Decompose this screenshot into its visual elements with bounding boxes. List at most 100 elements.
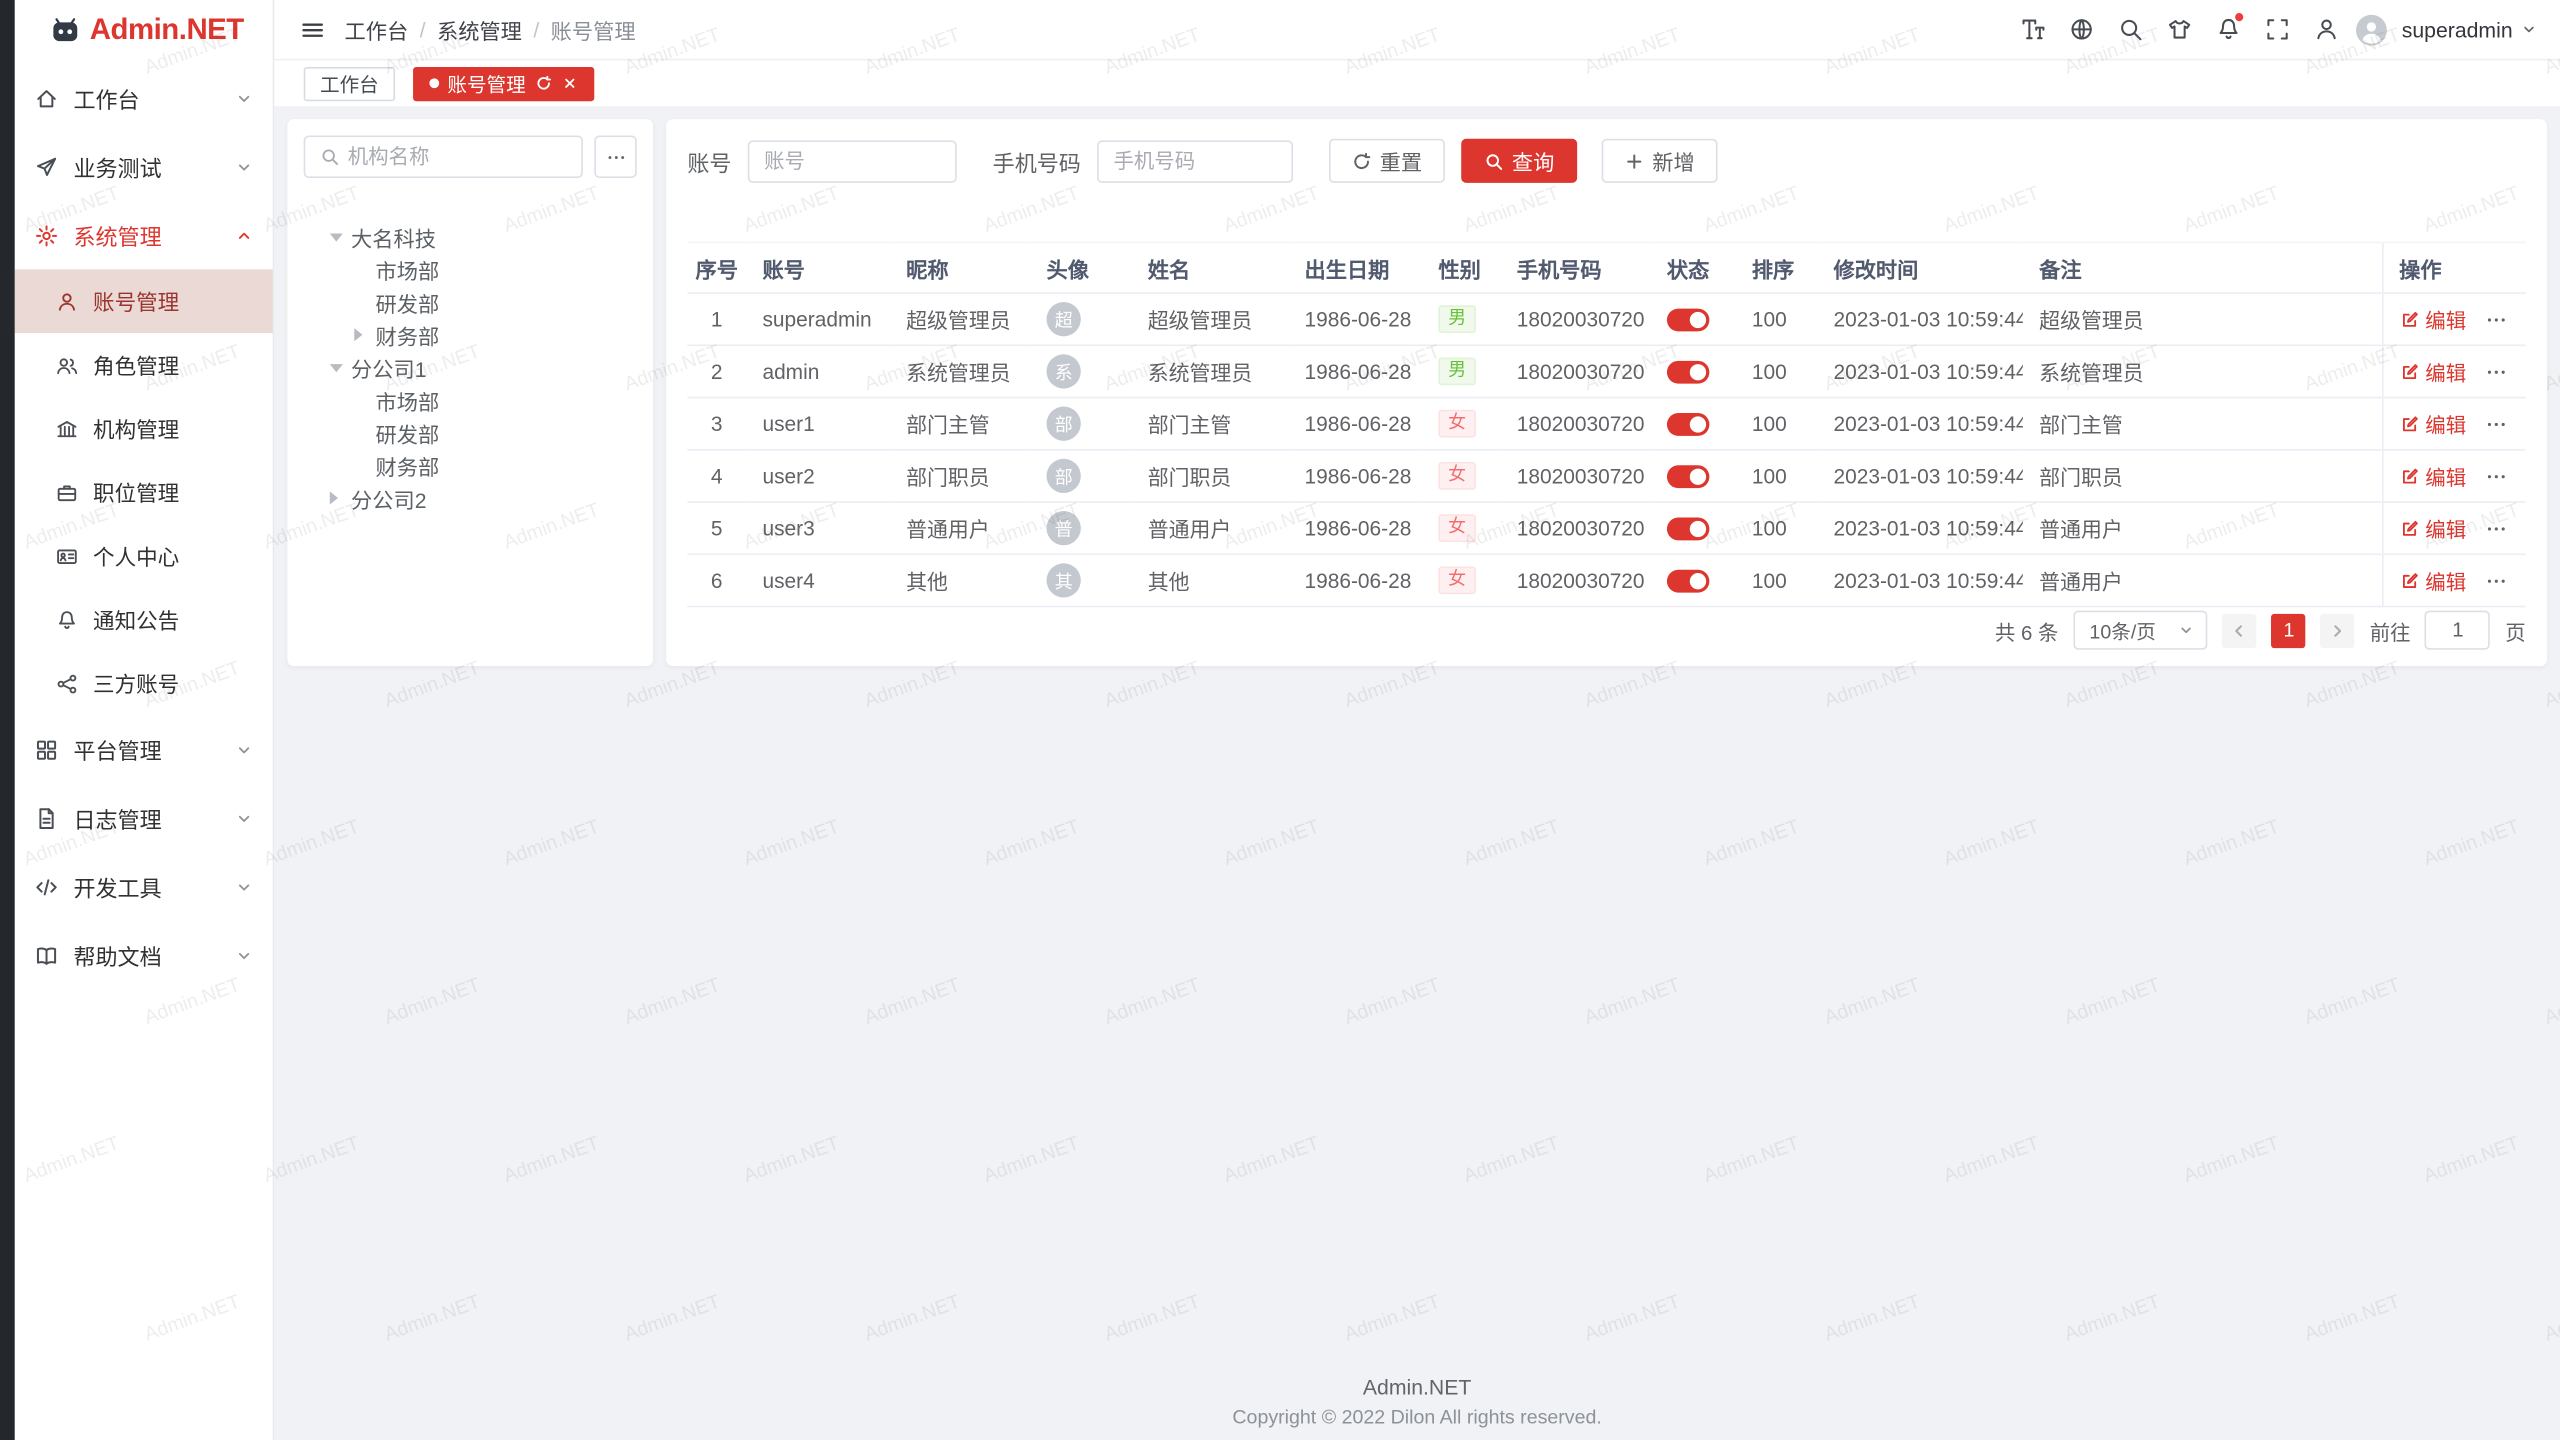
tab-close-button[interactable]: [562, 75, 578, 91]
tree-node[interactable]: 市场部: [304, 384, 637, 417]
tree-node[interactable]: 分公司1: [304, 351, 637, 384]
breadcrumb-item[interactable]: 工作台: [344, 14, 408, 45]
sidebar: Admin.NET 工作台业务测试系统管理账号管理角色管理机构管理职位管理个人中…: [15, 0, 275, 1440]
status-toggle[interactable]: [1667, 466, 1709, 489]
more-icon: [2484, 464, 2507, 487]
table-body: 1superadmin超级管理员超超级管理员1986-06-28男1802003…: [687, 293, 2525, 606]
edit-icon: [2399, 466, 2419, 486]
row-more-button[interactable]: [2484, 308, 2507, 331]
reset-button[interactable]: 重置: [1329, 139, 1445, 183]
sidebar-item-role-manage[interactable]: 角色管理: [15, 333, 273, 397]
cell-birth-date: 1986-06-28: [1288, 554, 1422, 606]
fullscreen-button[interactable]: [2258, 10, 2297, 49]
tree-node[interactable]: 研发部: [304, 286, 637, 319]
user-menu[interactable]: superadmin: [2402, 17, 2537, 41]
cell-index: 3: [687, 398, 746, 450]
next-page-button[interactable]: [2321, 613, 2355, 647]
prev-page-button[interactable]: [2223, 613, 2257, 647]
tab-account-manage[interactable]: 账号管理: [413, 66, 594, 100]
tree-node[interactable]: 财务部: [304, 318, 637, 351]
edit-button[interactable]: 编辑: [2399, 356, 2466, 387]
status-toggle[interactable]: [1667, 361, 1709, 384]
theme-button[interactable]: [2160, 10, 2199, 49]
cell-nickname: 普通用户: [890, 502, 1030, 554]
language-button[interactable]: [2062, 10, 2101, 49]
sidebar-item-third-account[interactable]: 三方账号: [15, 651, 273, 715]
row-more-button[interactable]: [2484, 464, 2507, 487]
tree-node[interactable]: 财务部: [304, 449, 637, 482]
phone-input[interactable]: [1113, 149, 1276, 172]
tree-caret-icon[interactable]: [330, 491, 348, 504]
sidebar-item-user-center[interactable]: 个人中心: [15, 524, 273, 588]
cell-nickname: 部门职员: [890, 450, 1030, 502]
menu-item-icon: [56, 608, 79, 631]
row-more-button[interactable]: [2484, 569, 2507, 592]
status-toggle[interactable]: [1667, 414, 1709, 437]
sidebar-item-platform-manage[interactable]: 平台管理: [15, 715, 273, 784]
menu-collapse-button[interactable]: [291, 8, 333, 50]
cell-account: superadmin: [746, 293, 890, 345]
navbar-actions: superadmin: [2013, 10, 2537, 49]
user-avatar[interactable]: [2356, 14, 2387, 45]
column-header: 头像: [1030, 242, 1131, 293]
table-row: 2admin系统管理员系系统管理员1986-06-28男180200307201…: [687, 345, 2525, 397]
tree-node[interactable]: 市场部: [304, 253, 637, 286]
edit-button[interactable]: 编辑: [2399, 304, 2466, 335]
sidebar-item-org-manage[interactable]: 机构管理: [15, 397, 273, 461]
breadcrumb-separator: /: [533, 17, 539, 41]
edit-button[interactable]: 编辑: [2399, 460, 2466, 491]
cell-operations: 编辑: [2382, 398, 2526, 450]
cell-phone: 18020030720: [1500, 345, 1650, 397]
org-search-input[interactable]: [348, 145, 567, 168]
sidebar-item-help-docs[interactable]: 帮助文档: [15, 921, 273, 990]
status-toggle[interactable]: [1667, 518, 1709, 541]
profile-button[interactable]: [2307, 10, 2346, 49]
edit-button[interactable]: 编辑: [2399, 513, 2466, 544]
page-size-select[interactable]: 10条/页: [2073, 611, 2208, 650]
add-button[interactable]: 新增: [1602, 139, 1718, 183]
tree-caret-icon[interactable]: [330, 363, 348, 371]
search-button[interactable]: [2111, 10, 2150, 49]
tree-node-label: 市场部: [376, 254, 440, 285]
notification-button[interactable]: [2209, 10, 2248, 49]
sidebar-item-business-test[interactable]: 业务测试: [15, 132, 273, 201]
edit-button[interactable]: 编辑: [2399, 408, 2466, 439]
tree-node[interactable]: 分公司2: [304, 482, 637, 515]
row-more-button[interactable]: [2484, 517, 2507, 540]
status-toggle[interactable]: [1667, 309, 1709, 332]
more-icon: [2484, 308, 2507, 331]
edit-button[interactable]: 编辑: [2399, 565, 2466, 596]
tab-bar: 工作台 账号管理: [274, 60, 2560, 106]
breadcrumb-separator: /: [420, 17, 426, 41]
goto-page-input[interactable]: [2425, 611, 2490, 650]
sidebar-item-post-manage[interactable]: 职位管理: [15, 460, 273, 524]
tab-refresh-button[interactable]: [536, 75, 552, 91]
tree-node[interactable]: 研发部: [304, 416, 637, 449]
breadcrumb-item[interactable]: 系统管理: [437, 14, 522, 45]
cell-birth-date: 1986-06-28: [1288, 502, 1422, 554]
search-icon: [320, 147, 340, 167]
cell-status: [1651, 502, 1736, 554]
sidebar-item-dev-tools[interactable]: 开发工具: [15, 852, 273, 921]
sidebar-item-workbench[interactable]: 工作台: [15, 64, 273, 133]
tree-more-button[interactable]: [594, 136, 636, 178]
sidebar-item-account-manage[interactable]: 账号管理: [15, 269, 273, 333]
page-number-button[interactable]: 1: [2272, 613, 2306, 647]
account-input[interactable]: [764, 149, 940, 172]
row-more-button[interactable]: [2484, 412, 2507, 435]
sidebar-item-log-manage[interactable]: 日志管理: [15, 784, 273, 853]
edit-icon: [2399, 362, 2419, 382]
home-icon: [34, 86, 58, 110]
sidebar-item-notice[interactable]: 通知公告: [15, 588, 273, 652]
row-more-button[interactable]: [2484, 360, 2507, 383]
status-toggle[interactable]: [1667, 570, 1709, 593]
sidebar-item-system-manage[interactable]: 系统管理: [15, 201, 273, 270]
tab-workbench[interactable]: 工作台: [304, 66, 395, 100]
tree-caret-icon[interactable]: [354, 328, 372, 341]
chevron-down-icon: [235, 878, 253, 896]
row-avatar: 普: [1047, 511, 1081, 545]
tree-caret-icon[interactable]: [330, 233, 348, 241]
query-button[interactable]: 查询: [1461, 139, 1577, 183]
font-size-button[interactable]: [2013, 10, 2052, 49]
tree-node[interactable]: 大名科技: [304, 220, 637, 253]
